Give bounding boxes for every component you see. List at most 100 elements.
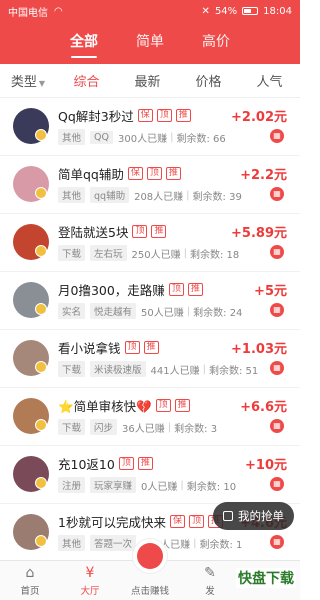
task-tag: 保 <box>169 515 185 528</box>
tab-home[interactable]: ⌂ 首页 <box>0 561 60 600</box>
tab-hall[interactable]: ¥ 大厅 <box>60 561 120 600</box>
task-tag: 推 <box>137 457 153 470</box>
divider: | <box>202 363 206 375</box>
verified-badge-icon <box>35 477 47 489</box>
divider: | <box>186 305 191 317</box>
filter-bar: 类型 ▼ 综合 最新 价格 人气 <box>0 64 300 98</box>
tab-earn-label: 点击赚钱 <box>130 586 169 597</box>
task-category: 下载 <box>58 245 86 261</box>
task-tag: 推 <box>174 399 190 412</box>
calendar-icon: ▦ <box>270 245 284 259</box>
tab-publish-label: 发 <box>205 586 215 597</box>
status-bar: 中国电信 ◠ ✕ 54% 18:04 <box>0 0 300 22</box>
task-app: 闪步 <box>90 419 118 435</box>
tab-hall-label: 大厅 <box>80 586 100 597</box>
task-title: 1秒就可以完成快来 <box>58 515 166 530</box>
tab-publish[interactable]: ✎ 发 <box>180 561 240 600</box>
task-title: 看小说拿钱 <box>58 341 121 356</box>
task-category: 下载 <box>58 361 86 377</box>
filter-type[interactable]: 类型 ▼ <box>0 71 56 90</box>
calendar-icon: ▦ <box>270 535 284 549</box>
task-price: +2.02元 <box>231 110 287 125</box>
task-category: 其他 <box>58 129 86 145</box>
filter-latest[interactable]: 最新 <box>117 71 178 90</box>
task-row[interactable]: Qq解封3秒过保顶推 其他 QQ 300人已赚 | 剩余数: 66 +2.02元… <box>0 98 300 156</box>
task-category: 其他 <box>58 187 86 203</box>
task-title: ⭐简单审核快💔 <box>58 399 152 414</box>
task-tag: 保 <box>137 109 153 122</box>
calendar-icon: ▦ <box>270 303 284 317</box>
task-app: 左右玩 <box>90 245 127 261</box>
task-joined: 50人已赚 <box>141 307 184 319</box>
wifi-icon: ◠ <box>54 5 63 17</box>
task-row[interactable]: 登陆就送5块顶推 下载 左右玩 250人已赚 | 剩余数: 18 +5.89元 … <box>0 214 300 272</box>
filter-popularity[interactable]: 人气 <box>239 71 300 90</box>
calendar-icon: ▦ <box>270 361 284 375</box>
verified-badge-icon <box>35 303 47 315</box>
task-row[interactable]: 看小说拿钱顶推 下载 米读极速版 441人已赚 | 剩余数: 51 +1.03元… <box>0 330 300 388</box>
task-remaining: 剩余数: 1 <box>199 539 243 551</box>
task-app: 玩家享赚 <box>90 477 137 493</box>
task-row[interactable]: ⭐简单审核快💔 顶推 下载 闪步 36人已赚 | 剩余数: 3 +6.6元 ▦ <box>0 388 300 446</box>
task-category: 下载 <box>58 419 86 435</box>
calendar-icon: ▦ <box>270 187 284 201</box>
watermark-logo: 快盘下载 <box>236 568 296 588</box>
task-tag: 推 <box>151 225 167 238</box>
divider: | <box>186 189 190 201</box>
task-tag: 顶 <box>155 399 171 412</box>
tab-all[interactable]: 全部 <box>51 22 117 64</box>
battery-icon <box>242 7 259 15</box>
calendar-icon: ▦ <box>270 419 284 433</box>
verified-badge-icon <box>35 129 47 141</box>
earn-center-button[interactable] <box>132 538 168 574</box>
red-packet-icon <box>137 543 163 569</box>
verified-badge-icon <box>35 245 47 257</box>
task-title: Qq解封3秒过 <box>58 109 134 124</box>
task-remaining: 剩余数: 3 <box>174 423 218 435</box>
task-remaining: 剩余数: 10 <box>186 481 237 493</box>
task-tag: 顶 <box>156 109 172 122</box>
publish-icon: ✎ <box>204 565 216 581</box>
grid-icon <box>223 511 233 521</box>
tab-high-price[interactable]: 高价 <box>183 22 249 64</box>
yuan-icon: ¥ <box>85 565 95 581</box>
task-remaining: 剩余数: 51 <box>209 365 259 377</box>
clock: 18:04 <box>263 5 292 17</box>
divider: | <box>180 479 184 491</box>
divider: | <box>167 421 172 433</box>
task-row[interactable]: 充10返10 顶推 注册 玩家享赚 0人已赚 | 剩余数: 10 +10元 ▦ <box>0 446 300 504</box>
task-title: 简单qq辅助 <box>58 167 124 182</box>
tab-home-label: 首页 <box>20 586 40 597</box>
task-category: 实名 <box>58 303 86 319</box>
task-category: 其他 <box>58 535 86 551</box>
task-tag: 推 <box>175 109 191 122</box>
my-orders-button[interactable]: 我的抢单 <box>213 502 294 530</box>
task-tag: 顶 <box>118 457 134 470</box>
task-price: +10元 <box>245 458 287 473</box>
task-joined: 36人已赚 <box>122 423 165 435</box>
filter-comprehensive[interactable]: 综合 <box>56 71 117 90</box>
task-title: 登陆就送5块 <box>58 225 129 240</box>
task-price: +2.2元 <box>240 168 287 183</box>
task-tag: 推 <box>165 167 181 180</box>
verified-badge-icon <box>35 535 47 547</box>
filter-price[interactable]: 价格 <box>178 71 239 90</box>
tab-simple[interactable]: 简单 <box>117 22 183 64</box>
task-row[interactable]: 简单qq辅助保顶推 其他 qq辅助 208人已赚 | 剩余数: 39 +2.2元… <box>0 156 300 214</box>
task-joined: 250人已赚 <box>131 249 181 261</box>
verified-badge-icon <box>35 187 47 199</box>
task-title: 月0撸300，走路赚 <box>58 283 165 298</box>
divider: | <box>170 131 174 143</box>
task-category: 注册 <box>58 477 86 493</box>
calendar-icon: ▦ <box>270 129 284 143</box>
home-icon: ⌂ <box>25 565 35 581</box>
task-remaining: 剩余数: 24 <box>193 307 243 319</box>
task-joined: 208人已赚 <box>134 191 184 203</box>
task-row[interactable]: 月0撸300，走路赚顶推 实名 悦走越有 50人已赚 | 剩余数: 24 +5元… <box>0 272 300 330</box>
task-tag: 顶 <box>132 225 148 238</box>
divider: | <box>183 247 187 259</box>
divider: | <box>193 537 197 549</box>
task-joined: 441人已赚 <box>150 365 200 377</box>
task-app: 米读极速版 <box>90 361 146 377</box>
task-price: +5.89元 <box>231 226 287 241</box>
